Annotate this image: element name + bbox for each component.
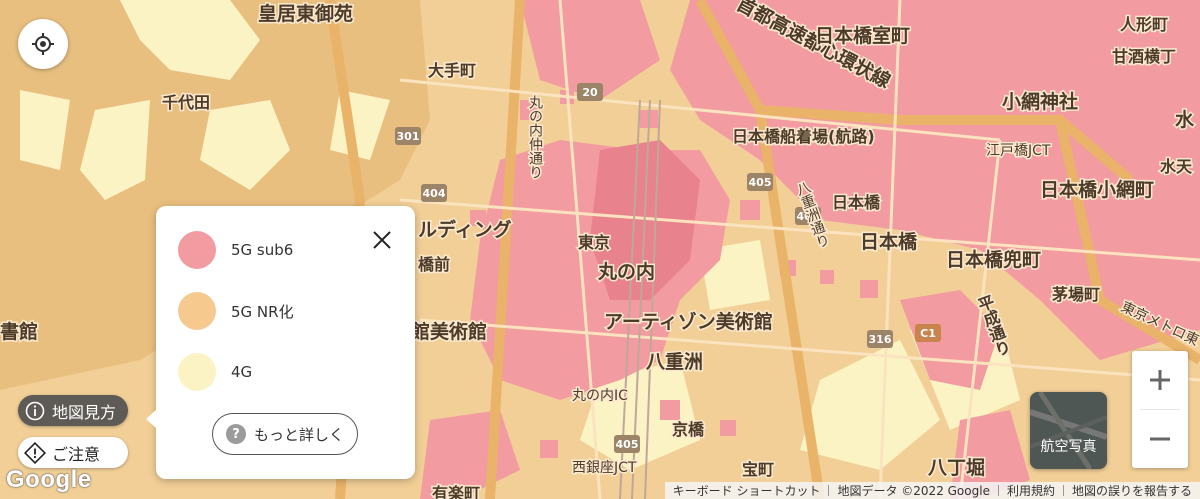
map-label: 西銀座JCT (572, 460, 637, 476)
svg-text:C1: C1 (920, 327, 936, 340)
map-label: 茅場町 (1052, 285, 1100, 304)
map-label: 江戸橋JCT (986, 143, 1051, 159)
aerial-photo-toggle[interactable]: 航空写真 (1030, 392, 1107, 469)
legend-swatch (178, 231, 216, 269)
svg-text:20: 20 (582, 86, 598, 99)
map-label: 八丁堀 (928, 457, 985, 479)
legend-swatch (178, 353, 216, 391)
svg-text:405: 405 (749, 176, 772, 189)
locate-button[interactable] (18, 19, 68, 69)
map-label: 日本橋 (832, 193, 881, 212)
report-error-link[interactable]: 地図の誤りを報告する (1064, 482, 1200, 499)
route-shield: C1 (915, 324, 941, 342)
map-label: 橋前 (418, 255, 450, 274)
route-shield: 301 (395, 127, 421, 145)
close-button[interactable] (369, 227, 395, 253)
map-label: 宝町 (742, 460, 774, 479)
legend-panel: 5G sub6 5G NR化 4G ? もっと詳しく (146, 206, 415, 479)
map-label: 水 (1175, 109, 1195, 131)
map-howto-button[interactable]: 地図見方 (18, 395, 128, 426)
aerial-thumbnail (1030, 392, 1107, 469)
map-label: 八重洲 (646, 351, 703, 373)
map-label: 有楽町 (432, 484, 480, 499)
map-label: 水天 (1160, 157, 1193, 176)
map-label: 皇居東御苑 (258, 2, 353, 25)
svg-text:316: 316 (869, 333, 892, 346)
map-label: 丸の内 (597, 260, 655, 283)
close-icon (373, 231, 391, 249)
zoom-in-button[interactable] (1132, 351, 1188, 409)
map-label: 人形町 (1120, 15, 1168, 34)
aerial-photo-label: 航空写真 (1040, 439, 1097, 455)
legend-item-4g: 4G (178, 353, 252, 391)
minus-icon (1150, 437, 1170, 441)
map-label: 日本橋 (860, 230, 918, 253)
legend-item-5g-sub6: 5G sub6 (178, 231, 293, 269)
route-shield: 20 (577, 83, 603, 101)
legend-label: 4G (231, 363, 253, 381)
crosshair-icon (32, 33, 54, 55)
attribution-bar: キーボード ショートカット 地図データ ©2022 Google 利用規約 地図… (664, 482, 1200, 499)
legend-label: 5G sub6 (231, 241, 294, 259)
legend-item-5g-nr: 5G NR化 (178, 292, 294, 330)
map-label: 甘酒横丁 (1112, 47, 1176, 66)
svg-text:301: 301 (397, 130, 420, 143)
map-label: 丸の内IC (572, 388, 628, 404)
map-label: 書館 (0, 320, 38, 343)
map-label: アーティゾン美術館 (604, 310, 773, 333)
more-details-button[interactable]: ? もっと詳しく (212, 413, 358, 455)
zoom-out-button[interactable] (1132, 410, 1188, 468)
map-label: 日本橋船着場(航路) (732, 127, 875, 146)
route-shield: 405 (614, 435, 640, 453)
map-label: 日本橋小網町 (1040, 178, 1154, 201)
legend-pointer (146, 410, 156, 428)
more-details-label: もっと詳しく (253, 425, 344, 444)
map-label: 日本橋兜町 (946, 248, 1041, 271)
map-label: 千代田 (162, 93, 210, 112)
map-label: 日本橋室町 (815, 24, 910, 47)
svg-text:405: 405 (616, 438, 639, 451)
terms-link[interactable]: 利用規約 (999, 482, 1063, 499)
keyboard-shortcuts-link[interactable]: キーボード ショートカット (665, 482, 829, 499)
warning-icon (24, 441, 46, 464)
map-label: 京橋 (672, 420, 705, 439)
question-icon: ? (225, 424, 246, 444)
map-label: 東京 (578, 233, 610, 252)
svg-text:404: 404 (423, 187, 446, 200)
legend-swatch (178, 292, 216, 330)
route-shield: 404 (421, 184, 447, 202)
caution-button[interactable]: ご注意 (18, 437, 128, 468)
zoom-control (1132, 351, 1188, 468)
map-label: 丸の内仲通り (527, 95, 543, 179)
map-label: 大手町 (428, 61, 476, 80)
legend-label: 5G NR化 (231, 302, 294, 321)
map-label: ルディング (418, 218, 512, 241)
map-label: 小網神社 (1002, 90, 1078, 113)
google-logo: Google (6, 466, 92, 493)
route-shield: 316 (867, 330, 893, 348)
info-icon (24, 400, 46, 422)
map-data-text: 地図データ ©2022 Google (837, 484, 990, 498)
map-howto-label: 地図見方 (52, 402, 117, 422)
route-shield: 405 (747, 173, 773, 191)
caution-label: ご注意 (52, 444, 101, 464)
plus-icon (1150, 370, 1170, 390)
